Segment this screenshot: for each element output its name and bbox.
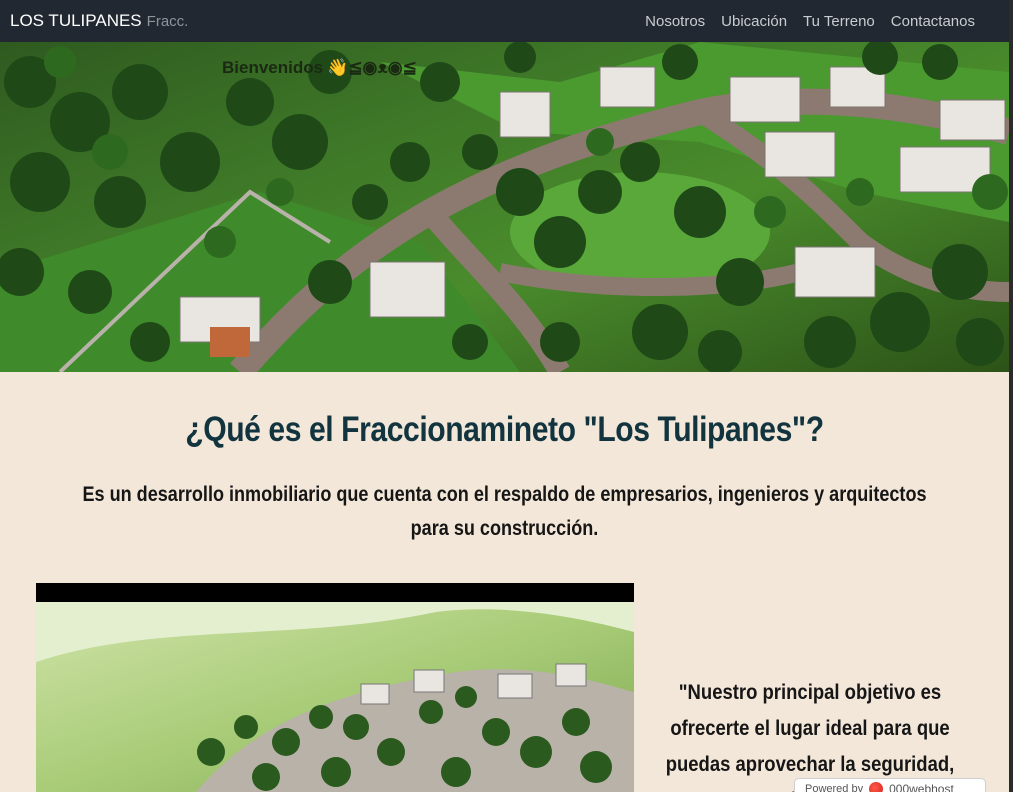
hero-banner: Bienvenidos 👋≦◉ᴥ◉≦: [0, 42, 1009, 372]
nav-link-contactanos[interactable]: Contactanos: [891, 13, 975, 30]
video-aerial-render-image: [36, 602, 634, 792]
badge-host-name: 000webhost: [889, 782, 954, 792]
nav-link-nosotros[interactable]: Nosotros: [645, 13, 705, 30]
mission-quote: "Nuestro principal objetivo es ofrecerte…: [665, 681, 955, 792]
top-navbar: LOS TULIPANES Fracc. Nosotros Ubicación …: [0, 0, 1009, 42]
webhost-logo-icon: [869, 782, 884, 792]
hero-aerial-render-image: [0, 42, 1009, 372]
waving-hand-icon: 👋≦◉ᴥ◉≦: [327, 58, 417, 77]
page-scrollbar[interactable]: [1009, 0, 1013, 792]
brand-name: LOS TULIPANES: [10, 11, 142, 30]
video-frame: [36, 602, 634, 792]
hosting-badge[interactable]: Powered by 000webhost: [794, 778, 986, 792]
section-description: Es un desarrollo inmobiliario que cuenta…: [82, 483, 927, 540]
video-player[interactable]: [36, 583, 634, 792]
nav-link-ubicacion[interactable]: Ubicación: [721, 13, 787, 30]
nav-link-tu-terreno[interactable]: Tu Terreno: [803, 13, 875, 30]
brand-subtitle: Fracc.: [146, 13, 189, 30]
section-heading: ¿Qué es el Fraccionamineto "Los Tulipane…: [185, 410, 824, 449]
brand-logo[interactable]: LOS TULIPANES Fracc.: [10, 11, 188, 31]
welcome-message: Bienvenidos 👋≦◉ᴥ◉≦: [222, 58, 417, 78]
badge-powered-label: Powered by: [805, 783, 864, 792]
nav-links: Nosotros Ubicación Tu Terreno Contactano…: [645, 13, 975, 30]
welcome-text: Bienvenidos: [222, 58, 324, 77]
